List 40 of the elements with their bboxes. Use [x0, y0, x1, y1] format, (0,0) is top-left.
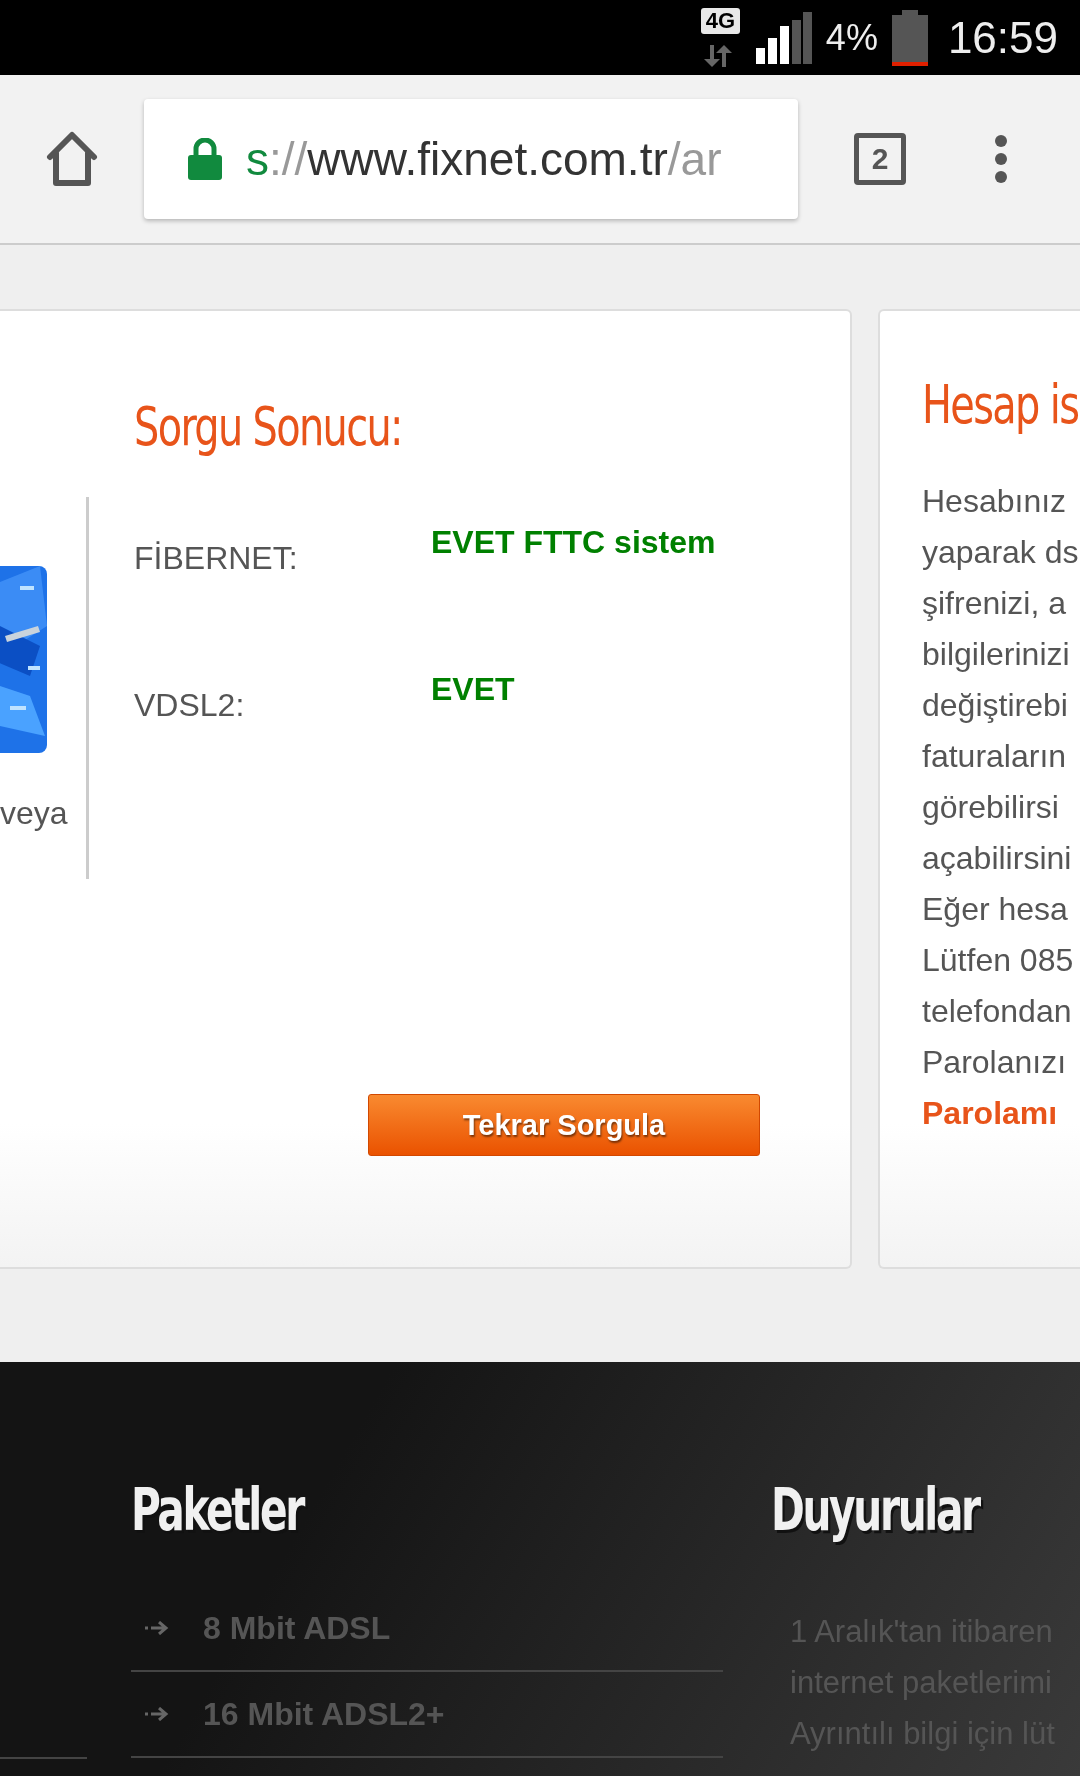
announcements-title: Duyurular: [771, 1476, 981, 1544]
account-text: Lütfen 085: [922, 941, 1074, 980]
account-text: bilgilerinizi: [922, 635, 1070, 674]
account-text: değiştirebi: [922, 686, 1068, 725]
arrow-icon: [145, 1707, 169, 1721]
result-value: EVET FTTC sistem: [431, 524, 716, 562]
account-text: yaparak ds: [922, 533, 1079, 572]
lock-icon: [188, 138, 222, 180]
packages-title: Paketler: [131, 1476, 305, 1544]
result-value: EVET: [431, 671, 515, 709]
package-name: 16 Mbit ADSL2+: [203, 1695, 445, 1733]
signal-icon: [755, 11, 812, 64]
account-text: açabilirsini: [922, 839, 1072, 878]
account-text: Eğer hesa: [922, 890, 1068, 929]
network-label: 4G: [700, 8, 740, 34]
account-text: Hesabınız: [922, 482, 1067, 521]
package-name: 8 Mbit ADSL: [203, 1609, 391, 1647]
account-text: telefondan: [922, 992, 1072, 1031]
package-link[interactable]: 8 Mbit ADSL: [131, 1586, 723, 1672]
menu-icon[interactable]: [994, 134, 1008, 184]
result-title: Sorgu Sonucu:: [134, 395, 403, 458]
result-label: VDSL2:: [134, 686, 246, 725]
tab-count-button[interactable]: 2: [854, 133, 906, 185]
package-link[interactable]: 16 Mbit ADSL2+: [131, 1672, 723, 1758]
clock: 16:59: [947, 12, 1058, 63]
side-text: veya: [0, 795, 68, 832]
result-label: FİBERNET:: [134, 539, 299, 578]
battery-percent: 4%: [825, 16, 878, 59]
url-text: s://www.fixnet.com.tr/ar: [246, 132, 722, 186]
battery-icon: [891, 9, 928, 66]
account-text: Parolanızı: [922, 1043, 1067, 1082]
account-text: görebilirsi: [922, 788, 1059, 827]
account-text: faturaların: [922, 737, 1067, 776]
query-again-button[interactable]: Tekrar Sorgula: [368, 1094, 760, 1156]
account-title: Hesap is: [922, 373, 1080, 436]
home-icon[interactable]: [44, 131, 100, 187]
password-link[interactable]: Parolamı: [922, 1088, 1058, 1139]
account-text: şifrenizi, a: [922, 584, 1067, 623]
url-field[interactable]: s://www.fixnet.com.tr/ar: [144, 99, 798, 219]
arrow-icon: [145, 1621, 169, 1635]
